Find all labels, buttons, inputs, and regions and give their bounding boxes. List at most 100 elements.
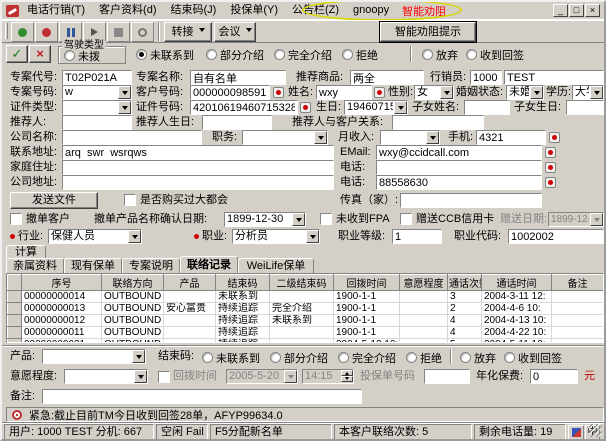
dropdown-arrow-icon[interactable] xyxy=(590,86,603,99)
table-cell[interactable]: 2004-5-12 10: xyxy=(334,339,400,344)
bottom-radio-full-intro[interactable]: 完全介绍 xyxy=(338,351,396,364)
table-cell[interactable]: 00000000012 xyxy=(22,315,102,327)
table-cell[interactable]: OUTBOUND xyxy=(102,291,164,303)
tab-calculate[interactable]: 计算 xyxy=(6,245,46,258)
income-combo[interactable] xyxy=(380,130,440,145)
confirm-button[interactable]: ✓ xyxy=(6,45,28,63)
cancel-date-combo[interactable]: 1899-12-30 xyxy=(224,212,306,227)
table-cell[interactable] xyxy=(552,303,604,315)
email-field[interactable] xyxy=(376,145,542,160)
home-address-field[interactable] xyxy=(62,160,334,175)
table-cell[interactable] xyxy=(552,315,604,327)
radio-partial-intro[interactable]: 部分介绍 xyxy=(206,48,264,61)
table-cell[interactable]: 未联系到 xyxy=(216,291,270,303)
radio-not-contacted[interactable]: 未联系到 xyxy=(136,48,194,61)
company-phone-field[interactable] xyxy=(376,175,542,190)
ccb-checkbox[interactable] xyxy=(400,213,412,225)
redial-button[interactable] xyxy=(131,22,154,42)
send-file-button[interactable]: 发送文件 xyxy=(10,192,98,209)
table-cell[interactable]: 5 xyxy=(448,339,482,344)
table-cell[interactable]: 2004-4-6 10: xyxy=(482,303,552,315)
referrer-field[interactable] xyxy=(62,115,132,130)
radio-refused[interactable]: 拒绝 xyxy=(342,48,378,61)
table-cell[interactable] xyxy=(164,327,216,339)
contact-records-grid[interactable]: 序号联络方向产品结束码二级结束码回拨时间意愿程度通话次数通话时间备注 00000… xyxy=(6,273,604,343)
dial-icon[interactable] xyxy=(545,147,556,158)
dial-icon[interactable] xyxy=(545,177,556,188)
mute-button[interactable] xyxy=(107,22,130,42)
table-cell[interactable]: OUTBOUND xyxy=(102,303,164,315)
language-bar-icon[interactable] xyxy=(568,425,584,440)
policy-no-field[interactable] xyxy=(424,369,470,384)
dropdown-arrow-icon[interactable] xyxy=(134,370,147,383)
close-button[interactable]: × xyxy=(585,4,600,17)
table-cell[interactable]: 00000000011 xyxy=(22,327,102,339)
table-row[interactable]: 00000000011OUTBOUND持续追踪1900-1-142004-4-2… xyxy=(8,327,604,339)
radio-full-intro[interactable]: 完全介绍 xyxy=(274,48,332,61)
table-cell[interactable] xyxy=(552,291,604,303)
table-cell[interactable] xyxy=(400,327,448,339)
fpa-checkbox[interactable] xyxy=(320,213,332,225)
callback-time-checkbox[interactable] xyxy=(158,371,170,383)
table-cell[interactable] xyxy=(400,339,448,344)
dropdown-arrow-icon[interactable] xyxy=(292,213,305,226)
table-cell[interactable]: OUTBOUND xyxy=(102,327,164,339)
tab-existing-policies[interactable]: 现有保单 xyxy=(64,258,122,273)
table-row[interactable]: 00000000012OUTBOUND持续追踪未联系到1900-1-142004… xyxy=(8,315,604,327)
dropdown-arrow-icon[interactable] xyxy=(118,101,131,114)
table-cell[interactable]: 2004-4-13 10: xyxy=(482,315,552,327)
table-cell[interactable]: 持续追踪 xyxy=(216,339,270,344)
table-cell[interactable] xyxy=(552,339,604,344)
table-cell[interactable] xyxy=(400,303,448,315)
table-row[interactable]: 00000000021OUTBOUND持续追踪2004-5-12 10:5200… xyxy=(8,339,604,344)
table-cell[interactable]: 2004-5-11 10: xyxy=(482,339,552,344)
dropdown-arrow-icon[interactable] xyxy=(530,86,543,99)
bottom-radio-signed-back[interactable]: 收到回签 xyxy=(504,351,562,364)
menu-end-code[interactable]: 结束码(J) xyxy=(164,2,224,19)
smart-dissuade-hint-button[interactable]: 智能劝阻提示 xyxy=(380,22,476,42)
occupation-level-field[interactable] xyxy=(392,229,442,244)
table-cell[interactable] xyxy=(164,315,216,327)
maximize-button[interactable]: □ xyxy=(569,4,584,17)
column-header[interactable]: 通话时间 xyxy=(482,275,552,291)
column-header[interactable]: 意愿程度 xyxy=(400,275,448,291)
name-field[interactable] xyxy=(316,85,372,100)
contact-address-field[interactable] xyxy=(62,145,334,160)
radio-abandon[interactable]: 放弃 xyxy=(422,48,458,61)
home-phone-field[interactable] xyxy=(376,160,542,175)
tab-weilife-policies[interactable]: WeiLife保单 xyxy=(238,258,314,273)
table-row[interactable]: 00000000013OUTBOUND安心富贵持续追踪完全介绍1900-1-12… xyxy=(8,303,604,315)
fax-field[interactable] xyxy=(400,193,542,208)
column-header[interactable]: 二级结束码 xyxy=(270,275,334,291)
dial-icon[interactable] xyxy=(273,87,284,98)
mobile-field[interactable] xyxy=(476,130,546,145)
column-header[interactable]: 通话次数 xyxy=(448,275,482,291)
table-cell[interactable]: 持续追踪 xyxy=(216,315,270,327)
table-cell[interactable]: 持续追踪 xyxy=(216,303,270,315)
column-header[interactable]: 结束码 xyxy=(216,275,270,291)
menu-telemarketing[interactable]: 电话行销(T) xyxy=(20,2,92,19)
metlife-checkbox[interactable] xyxy=(124,194,136,206)
occupation-combo[interactable]: 分析员 xyxy=(232,229,320,244)
transfer-call-button[interactable] xyxy=(83,22,106,42)
education-combo[interactable]: 大学 xyxy=(572,85,604,100)
column-header[interactable]: 联络方向 xyxy=(102,275,164,291)
resize-grip[interactable] xyxy=(589,424,602,437)
cancel-button[interactable]: × xyxy=(29,45,51,63)
id-type-combo[interactable] xyxy=(62,100,132,115)
toolbar-grip[interactable] xyxy=(5,23,8,39)
remark-field[interactable] xyxy=(42,389,362,404)
bottom-radio-abandon[interactable]: 放弃 xyxy=(460,351,496,364)
position-combo[interactable] xyxy=(242,130,328,145)
dropdown-arrow-icon[interactable] xyxy=(132,350,145,363)
dropdown-arrow-icon[interactable] xyxy=(394,101,407,114)
bottom-radio-not-contacted[interactable]: 未联系到 xyxy=(202,351,260,364)
project-no-combo[interactable]: w xyxy=(62,85,132,100)
project-code-field[interactable] xyxy=(62,70,132,85)
tab-relatives[interactable]: 亲属资料 xyxy=(6,258,64,273)
industry-combo[interactable]: 保健人员 xyxy=(48,229,142,244)
column-header[interactable]: 回拨时间 xyxy=(334,275,400,291)
hangup-call-button[interactable] xyxy=(35,22,58,42)
occupation-code-field[interactable] xyxy=(508,229,604,244)
transfer-button[interactable]: 转接 xyxy=(164,22,212,42)
